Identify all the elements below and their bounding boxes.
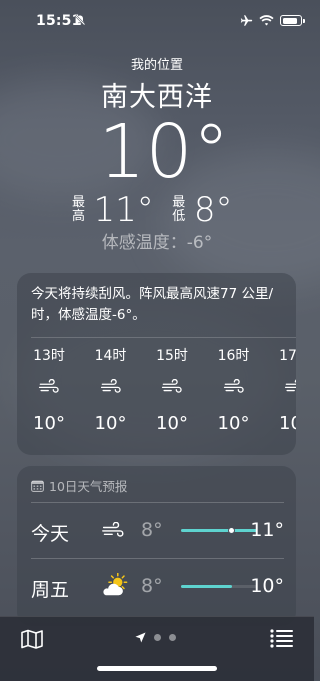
forecast-divider — [31, 502, 284, 503]
low-temp: 8° — [193, 190, 233, 230]
low-label: 最低 — [172, 195, 186, 224]
temp-range-track — [181, 585, 257, 588]
forecast-row[interactable]: 今天 8° 11° — [31, 517, 284, 547]
current-temperature: 10° — [98, 109, 230, 195]
wind-icon — [209, 378, 259, 399]
wind-icon — [86, 378, 136, 399]
bottom-toolbar — [0, 616, 314, 681]
high-temp: 11° — [93, 190, 154, 230]
page-dot[interactable] — [154, 634, 161, 641]
forecast-high: 11° — [250, 519, 284, 541]
status-bar: 15:51 — [0, 0, 314, 44]
ten-day-forecast-card[interactable]: 10日天气预报 今天 8° 11° 周五 8° 10° — [17, 466, 296, 626]
forecast-day: 周五 — [31, 579, 70, 601]
page-indicator[interactable] — [135, 632, 176, 643]
temp-range-track — [181, 528, 257, 533]
hourly-item: 17时 10° — [270, 345, 296, 434]
high-label: 最高 — [72, 195, 86, 224]
current-temp-dot — [229, 528, 235, 533]
bell-slash-icon — [74, 14, 86, 26]
hourly-item: 16时 10° — [209, 345, 259, 434]
card-divider — [31, 337, 296, 338]
hour-temp: 10° — [279, 413, 296, 434]
weather-description: 今天将持续刮风。阵风最高风速77 公里/时，体感温度-6°。 — [31, 286, 274, 323]
wind-icon — [101, 517, 129, 545]
airplane-icon — [240, 15, 253, 26]
feels-like: 体感温度：-6° — [101, 233, 213, 253]
forecast-title: 10日天气预报 — [49, 479, 128, 494]
forecast-low: 8° — [141, 519, 163, 541]
temp-range-bar — [181, 529, 257, 532]
battery-fill — [282, 17, 297, 24]
hourly-item: 13时 10° — [24, 345, 74, 434]
hour-temp: 10° — [94, 413, 127, 434]
hour-label: 15时 — [156, 348, 188, 364]
forecast-row[interactable]: 周五 8° 10° — [31, 572, 284, 603]
forecast-high: 10° — [250, 575, 284, 597]
wifi-icon — [259, 15, 274, 26]
wind-icon — [270, 379, 296, 399]
hour-label: 17时 — [279, 348, 296, 364]
location-arrow-icon — [135, 632, 146, 643]
forecast-low: 8° — [141, 575, 163, 597]
hour-label: 14时 — [94, 348, 127, 364]
hour-temp: 10° — [33, 413, 65, 434]
page-dot[interactable] — [169, 634, 176, 641]
hour-label: 16时 — [217, 348, 250, 364]
hour-label: 13时 — [33, 348, 65, 364]
partly-sunny-icon — [101, 572, 129, 601]
forecast-header: 10日天气预报 — [31, 476, 127, 495]
battery-icon — [280, 15, 305, 26]
current-weather: 我的位置 南大西洋 10° 最高 11° 最低 8° 体感温度：-6° — [0, 52, 314, 253]
hourly-strip[interactable]: 13时 10° 14时 10° 15时 10° 16时 10° 17时 10° — [17, 345, 296, 450]
hourly-forecast-card[interactable]: 今天将持续刮风。阵风最高风速77 公里/时，体感温度-6°。 13时 10° 14时… — [17, 273, 296, 455]
hourly-item: 14时 10° — [86, 345, 136, 434]
home-indicator[interactable] — [97, 666, 217, 671]
list-icon[interactable] — [270, 629, 294, 648]
high-low: 最高 11° 最低 8° — [0, 190, 314, 230]
hour-temp: 10° — [156, 413, 188, 434]
hourly-item: 15时 10° — [147, 345, 197, 434]
temp-range-bar — [181, 585, 232, 588]
location-label: 我的位置 — [130, 58, 183, 73]
wind-icon — [24, 378, 74, 399]
wind-icon — [147, 378, 197, 399]
map-icon[interactable] — [20, 629, 44, 649]
forecast-divider — [31, 558, 284, 559]
calendar-icon — [31, 480, 44, 492]
forecast-day: 今天 — [31, 523, 70, 545]
hour-temp: 10° — [217, 413, 250, 434]
